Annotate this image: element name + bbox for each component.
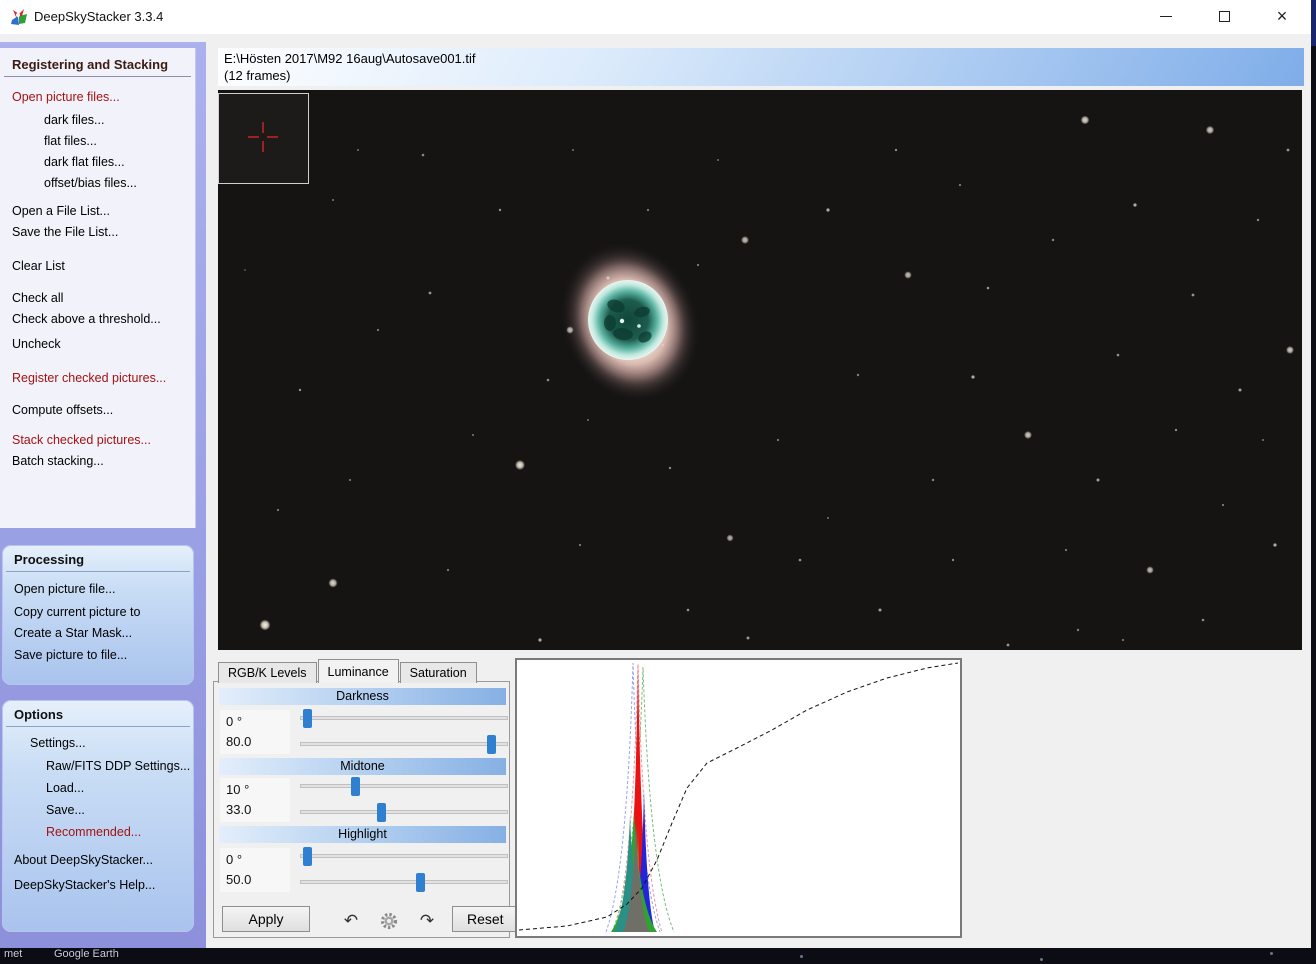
midtone-angle: 10 ° <box>226 780 290 800</box>
desktop-icon-label[interactable]: met <box>4 948 22 960</box>
desktop-star <box>800 955 803 958</box>
midtone-values: 10 ° 33.0 <box>220 778 290 822</box>
highlight-slider-2[interactable] <box>300 880 508 884</box>
redo-icon[interactable]: ↷ <box>414 908 440 934</box>
desktop-star <box>1270 952 1273 955</box>
highlight-value: 50.0 <box>226 870 290 890</box>
darkness-slider-1[interactable] <box>300 716 508 720</box>
highlight-header: Highlight <box>219 826 506 843</box>
sidebar: Registering and Stacking Open picture fi… <box>0 42 206 948</box>
midtone-header: Midtone <box>219 758 506 775</box>
sidebar-item-save-the-file-list[interactable]: Save the File List... <box>0 224 195 240</box>
sidebar-item-clear-list[interactable]: Clear List <box>0 258 195 274</box>
sidebar-item-compute-offsets[interactable]: Compute offsets... <box>0 402 195 418</box>
nebula <box>536 220 724 423</box>
sidebar-item-offset-bias-files[interactable]: offset/bias files... <box>0 175 195 191</box>
midtone-value: 33.0 <box>226 800 290 820</box>
slider-thumb[interactable] <box>303 709 312 728</box>
deepskystacker-window: DeepSkyStacker 3.3.4 × Registering and S… <box>0 0 1311 948</box>
sidebar-item-flat-files[interactable]: flat files... <box>0 133 195 149</box>
levels-tabs: RGB/K LevelsLuminanceSaturation <box>218 659 478 683</box>
desktop-star <box>1040 958 1043 961</box>
sidebar-item-about-deepskystacker[interactable]: About DeepSkyStacker... <box>2 852 194 868</box>
maximize-button[interactable] <box>1201 0 1247 32</box>
options-header: Options <box>6 704 190 727</box>
sidebar-item-recommended[interactable]: Recommended... <box>2 824 194 840</box>
sidebar-item-batch-stacking[interactable]: Batch stacking... <box>0 453 195 469</box>
slider-thumb[interactable] <box>377 803 386 822</box>
sidebar-item-save-picture-to-file[interactable]: Save picture to file... <box>2 647 194 663</box>
sidebar-item-copy-current-picture-to[interactable]: Copy current picture to <box>2 604 194 620</box>
registering-header: Registering and Stacking <box>4 54 191 77</box>
desktop-edge <box>1311 0 1316 46</box>
slider-thumb[interactable] <box>487 735 496 754</box>
stars <box>244 116 1294 647</box>
slider-thumb[interactable] <box>351 777 360 796</box>
sidebar-item-register-checked-pictures[interactable]: Register checked pictures... <box>0 370 195 386</box>
zoom-selection-box[interactable] <box>219 94 309 184</box>
screen: met Google Earth DeepSkyStacker 3.3.4 × … <box>0 0 1316 964</box>
panel-registering-stacking: Registering and Stacking Open picture fi… <box>0 48 196 528</box>
sidebar-item-deepskystacker-s-help[interactable]: DeepSkyStacker's Help... <box>2 877 194 893</box>
minimize-button[interactable] <box>1143 0 1189 32</box>
slider-thumb[interactable] <box>303 847 312 866</box>
sidebar-item-dark-files[interactable]: dark files... <box>0 112 195 128</box>
file-path: E:\Hösten 2017\M92 16aug\Autosave001.tif <box>224 50 1298 67</box>
processing-items: Open picture file... Copy current picture… <box>2 581 194 663</box>
sidebar-item-open-a-file-list[interactable]: Open a File List... <box>0 203 195 219</box>
sidebar-item-save[interactable]: Save... <box>2 802 194 818</box>
undo-icon[interactable]: ↶ <box>338 908 364 934</box>
sidebar-item-open-picture-files[interactable]: Open picture files... <box>0 89 195 105</box>
highlight-values: 0 ° 50.0 <box>220 848 290 892</box>
apply-button[interactable]: Apply <box>222 906 310 932</box>
sidebar-item-uncheck[interactable]: Uncheck <box>0 336 195 352</box>
sidebar-item-check-above-a-threshold[interactable]: Check above a threshold... <box>0 311 195 327</box>
panel-options: Options Settings... Raw/FITS DDP Settings… <box>2 700 194 932</box>
window-title: DeepSkyStacker 3.3.4 <box>34 9 163 24</box>
tab-saturation[interactable]: Saturation <box>400 662 477 683</box>
highlight-slider-1[interactable] <box>300 854 508 858</box>
gear-icon[interactable] <box>376 908 402 934</box>
close-button[interactable]: × <box>1259 0 1305 32</box>
image-viewport[interactable] <box>218 90 1302 650</box>
tab-rgb-k-levels[interactable]: RGB/K Levels <box>218 662 317 683</box>
tab-luminance[interactable]: Luminance <box>318 659 399 683</box>
slider-thumb[interactable] <box>416 873 425 892</box>
app-icon <box>10 8 28 26</box>
sidebar-item-load[interactable]: Load... <box>2 780 194 796</box>
sidebar-item-settings[interactable]: Settings... <box>2 735 194 751</box>
darkness-header: Darkness <box>219 688 506 705</box>
file-path-header: E:\Hösten 2017\M92 16aug\Autosave001.tif… <box>218 48 1304 86</box>
sidebar-item-dark-flat-files[interactable]: dark flat files... <box>0 154 195 170</box>
frame-count: (12 frames) <box>224 67 1298 84</box>
panel-processing: Processing Open picture file... Copy curr… <box>2 545 194 685</box>
sidebar-item-open-picture-file[interactable]: Open picture file... <box>2 581 194 597</box>
highlight-angle: 0 ° <box>226 850 290 870</box>
midtone-slider-1[interactable] <box>300 784 508 788</box>
darkness-slider-2[interactable] <box>300 742 508 746</box>
options-items: Settings... Raw/FITS DDP Settings... Load.… <box>2 735 194 893</box>
darkness-values: 0 ° 80.0 <box>220 710 290 754</box>
desktop-icon-label[interactable]: Google Earth <box>54 948 119 960</box>
title-bar: DeepSkyStacker 3.3.4 × <box>0 0 1311 34</box>
darkness-value: 80.0 <box>226 732 290 752</box>
starfield-image <box>218 90 1302 650</box>
sidebar-item-create-a-star-mask[interactable]: Create a Star Mask... <box>2 625 194 641</box>
histogram-plot <box>517 660 960 936</box>
registering-items: Open picture files... dark files... flat f… <box>0 89 195 469</box>
sidebar-item-check-all[interactable]: Check all <box>0 290 195 306</box>
sidebar-item-raw-fits-ddp-settings[interactable]: Raw/FITS DDP Settings... <box>2 758 194 774</box>
histogram-panel <box>515 658 962 938</box>
midtone-slider-2[interactable] <box>300 810 508 814</box>
sidebar-item-stack-checked-pictures[interactable]: Stack checked pictures... <box>0 432 195 448</box>
processing-header: Processing <box>6 549 190 572</box>
darkness-angle: 0 ° <box>226 712 290 732</box>
